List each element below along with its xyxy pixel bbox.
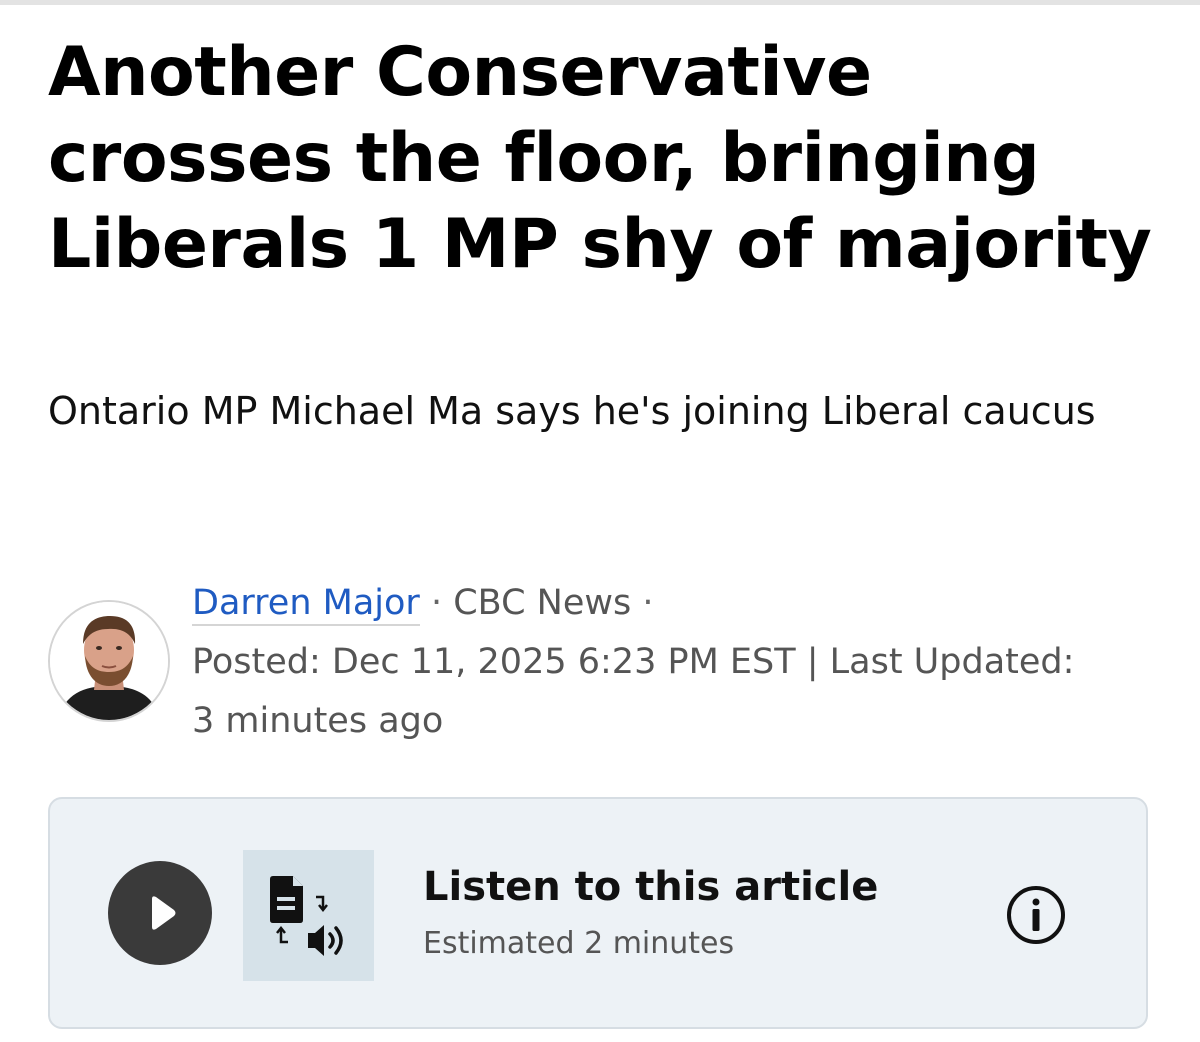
article-headline: Another Conservative crosses the floor, … [48, 33, 1152, 284]
play-button[interactable] [108, 861, 212, 965]
text-to-speech-icon [270, 876, 343, 956]
top-divider [0, 0, 1200, 5]
byline-text: Darren Major · CBC News · Posted: Dec 11… [192, 574, 1092, 751]
author-avatar [48, 600, 170, 722]
article-deck: Ontario MP Michael Ma says he's joining … [48, 389, 1096, 433]
listen-duration: Estimated 2 minutes [423, 926, 735, 961]
avatar-portrait-icon [50, 602, 168, 720]
outlet-name: CBC News [453, 583, 632, 623]
info-icon [1007, 886, 1065, 944]
posted-timestamp: Posted: Dec 11, 2025 6:23 PM EST | Last … [192, 642, 1075, 741]
byline-separator: · [430, 583, 443, 623]
byline: Darren Major · CBC News · Posted: Dec 11… [48, 574, 1148, 754]
byline-separator-trailing: · [642, 583, 654, 623]
text-to-speech-badge [243, 850, 374, 981]
listen-to-article-card: Listen to this article Estimated 2 minut… [48, 797, 1148, 1029]
info-button[interactable] [1006, 885, 1066, 945]
listen-title: Listen to this article [423, 864, 879, 910]
author-link[interactable]: Darren Major [192, 583, 420, 626]
play-icon [152, 896, 176, 930]
